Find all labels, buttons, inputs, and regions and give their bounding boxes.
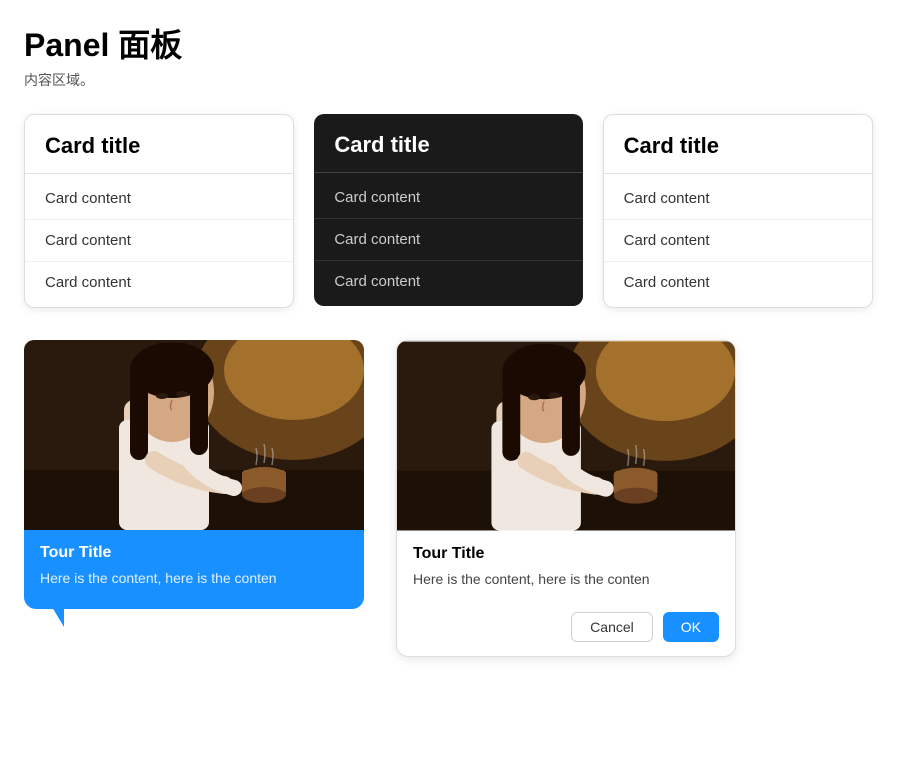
card-dark-title: Card title xyxy=(314,114,582,173)
tour-card-normal: Tour Title Here is the content, here is … xyxy=(396,340,736,657)
tour-blue-content: Tour Title Here is the content, here is … xyxy=(24,530,364,605)
list-item: Card content xyxy=(604,262,872,303)
card-dark-body: Card content Card content Card content xyxy=(314,173,582,306)
tour-row: Tour Title Here is the content, here is … xyxy=(24,340,873,657)
tour-normal-text: Here is the content, here is the conten xyxy=(413,569,719,590)
tour-normal-title: Tour Title xyxy=(413,545,719,563)
ok-button[interactable]: OK xyxy=(663,612,719,642)
list-item: Card content xyxy=(314,219,582,261)
page-title: Panel 面板 xyxy=(24,20,873,66)
cancel-button[interactable]: Cancel xyxy=(571,612,653,642)
tour-image-blue xyxy=(24,340,364,530)
list-item: Card content xyxy=(25,262,293,303)
tour-actions: Cancel OK xyxy=(397,606,735,656)
list-item: Card content xyxy=(314,177,582,219)
list-item: Card content xyxy=(604,220,872,262)
card-right-body: Card content Card content Card content xyxy=(604,174,872,307)
card-dark: Card title Card content Card content Car… xyxy=(314,114,582,306)
tour-card-blue: Tour Title Here is the content, here is … xyxy=(24,340,364,609)
tour-image-normal xyxy=(397,341,735,531)
list-item: Card content xyxy=(314,261,582,302)
card-light: Card title Card content Card content Car… xyxy=(24,114,294,308)
cards-row: Card title Card content Card content Car… xyxy=(24,114,873,308)
card-light-title: Card title xyxy=(25,115,293,174)
list-item: Card content xyxy=(604,178,872,220)
card-right: Card title Card content Card content Car… xyxy=(603,114,873,308)
tour-blue-title: Tour Title xyxy=(40,544,348,562)
page-subtitle: 内容区域。 xyxy=(24,70,873,90)
list-item: Card content xyxy=(25,178,293,220)
card-right-title: Card title xyxy=(604,115,872,174)
tour-normal-content: Tour Title Here is the content, here is … xyxy=(397,531,735,606)
list-item: Card content xyxy=(25,220,293,262)
tour-blue-text: Here is the content, here is the conten xyxy=(40,568,348,589)
card-light-body: Card content Card content Card content xyxy=(25,174,293,307)
